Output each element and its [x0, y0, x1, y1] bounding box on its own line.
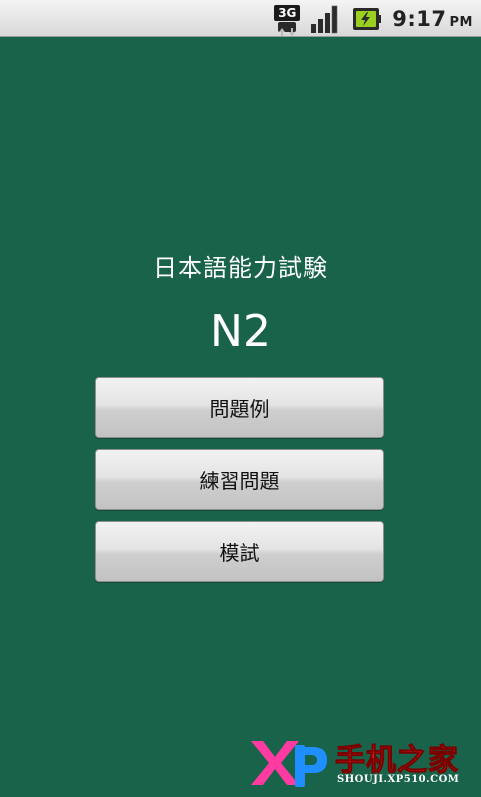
network-type-label: 3G — [274, 4, 301, 21]
watermark: 手机之家 SHOUJI.XP510.COM — [249, 733, 477, 793]
watermark-site-text: SHOUJI.XP510.COM — [337, 774, 460, 785]
3g-data-icon: 3G — [274, 4, 301, 36]
level-label: N2 — [210, 306, 271, 357]
battery-charging-icon — [352, 5, 382, 33]
status-icons: 3G 9:17 PM — [274, 2, 473, 36]
signal-strength-icon — [310, 4, 342, 34]
status-clock: 9:17 PM — [392, 7, 473, 31]
sample-questions-button[interactable]: 問題例 — [95, 377, 384, 438]
mock-exam-button[interactable]: 模試 — [95, 521, 384, 582]
xp-logo — [249, 735, 329, 789]
watermark-chinese-text: 手机之家 — [335, 743, 459, 779]
data-activity-arrows — [278, 21, 297, 36]
practice-questions-button[interactable]: 練習問題 — [95, 449, 384, 510]
status-bar: 3G 9:17 PM — [0, 0, 481, 37]
clock-time: 9:17 — [392, 6, 447, 31]
clock-ampm: PM — [449, 14, 473, 30]
exam-title: 日本語能力試験 — [153, 254, 328, 282]
